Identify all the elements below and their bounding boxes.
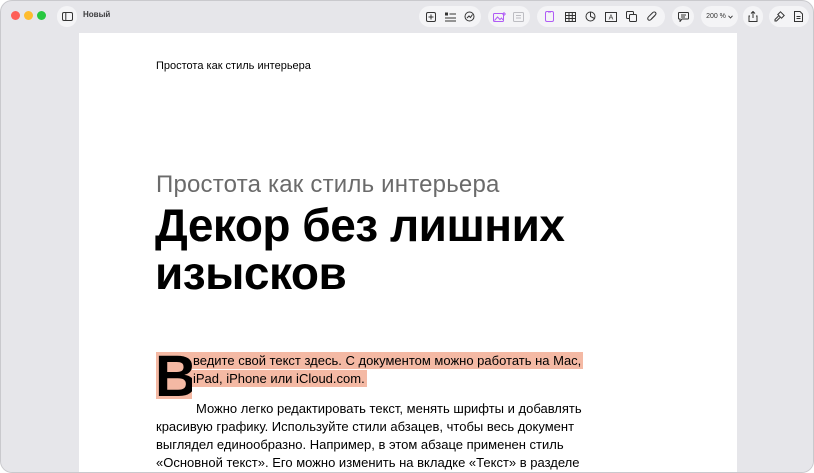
comment-button[interactable]	[672, 6, 694, 27]
table-icon[interactable]	[562, 9, 578, 25]
drop-cap[interactable]: В	[156, 352, 192, 399]
document-title[interactable]: Декор без лишних изысков	[155, 201, 635, 297]
share-button[interactable]	[743, 6, 763, 27]
list-icon[interactable]	[442, 9, 458, 25]
chevron-down-icon	[728, 14, 733, 19]
attachment-icon[interactable]	[644, 9, 660, 25]
sidebar-toggle-button[interactable]	[57, 6, 77, 27]
page-header[interactable]: Простота как стиль интерьера	[156, 60, 311, 72]
insert-icon[interactable]	[423, 9, 439, 25]
insert-toolbar-group	[419, 6, 481, 27]
zoom-value: 200 %	[706, 13, 726, 20]
text-box-icon[interactable]: A	[603, 9, 619, 25]
shape-icon[interactable]	[624, 9, 640, 25]
selected-text-line-2[interactable]: iPad, iPhone или iCloud.com.	[192, 370, 367, 387]
document-name: Новый	[83, 10, 111, 19]
note-icon	[675, 9, 691, 25]
maximize-window-button[interactable]	[37, 11, 46, 20]
pages-window: Новый A 200 % Простота как стиль интерье…	[0, 0, 814, 473]
document-subtitle[interactable]: Простота как стиль интерьера	[156, 171, 500, 199]
selected-text-line-1[interactable]: ведите свой текст здесь. С документом мо…	[192, 352, 584, 369]
titlebar: Новый A 200 %	[1, 1, 813, 32]
body-paragraph[interactable]: Можно легко редактировать текст, менять …	[156, 400, 622, 472]
document-page[interactable]: Простота как стиль интерьера Простота ка…	[79, 33, 737, 472]
page-icon[interactable]	[542, 9, 558, 25]
inspector-toolbar-group	[769, 6, 809, 27]
objects-toolbar-group: A	[537, 6, 665, 27]
document-icon[interactable]	[790, 9, 806, 25]
chart-icon[interactable]	[462, 9, 478, 25]
minimize-window-button[interactable]	[24, 11, 33, 20]
share-icon	[745, 9, 761, 25]
close-window-button[interactable]	[11, 11, 20, 20]
zoom-menu[interactable]: 200 %	[701, 6, 738, 27]
sidebar-icon	[59, 9, 75, 25]
comment-icon[interactable]	[511, 9, 527, 25]
media-icon[interactable]	[491, 9, 507, 25]
document-canvas[interactable]: Простота как стиль интерьера Простота ка…	[1, 32, 813, 472]
svg-text:A: A	[609, 14, 614, 21]
media-toolbar-group	[488, 6, 530, 27]
format-icon[interactable]	[772, 9, 788, 25]
pie-chart-icon[interactable]	[583, 9, 599, 25]
